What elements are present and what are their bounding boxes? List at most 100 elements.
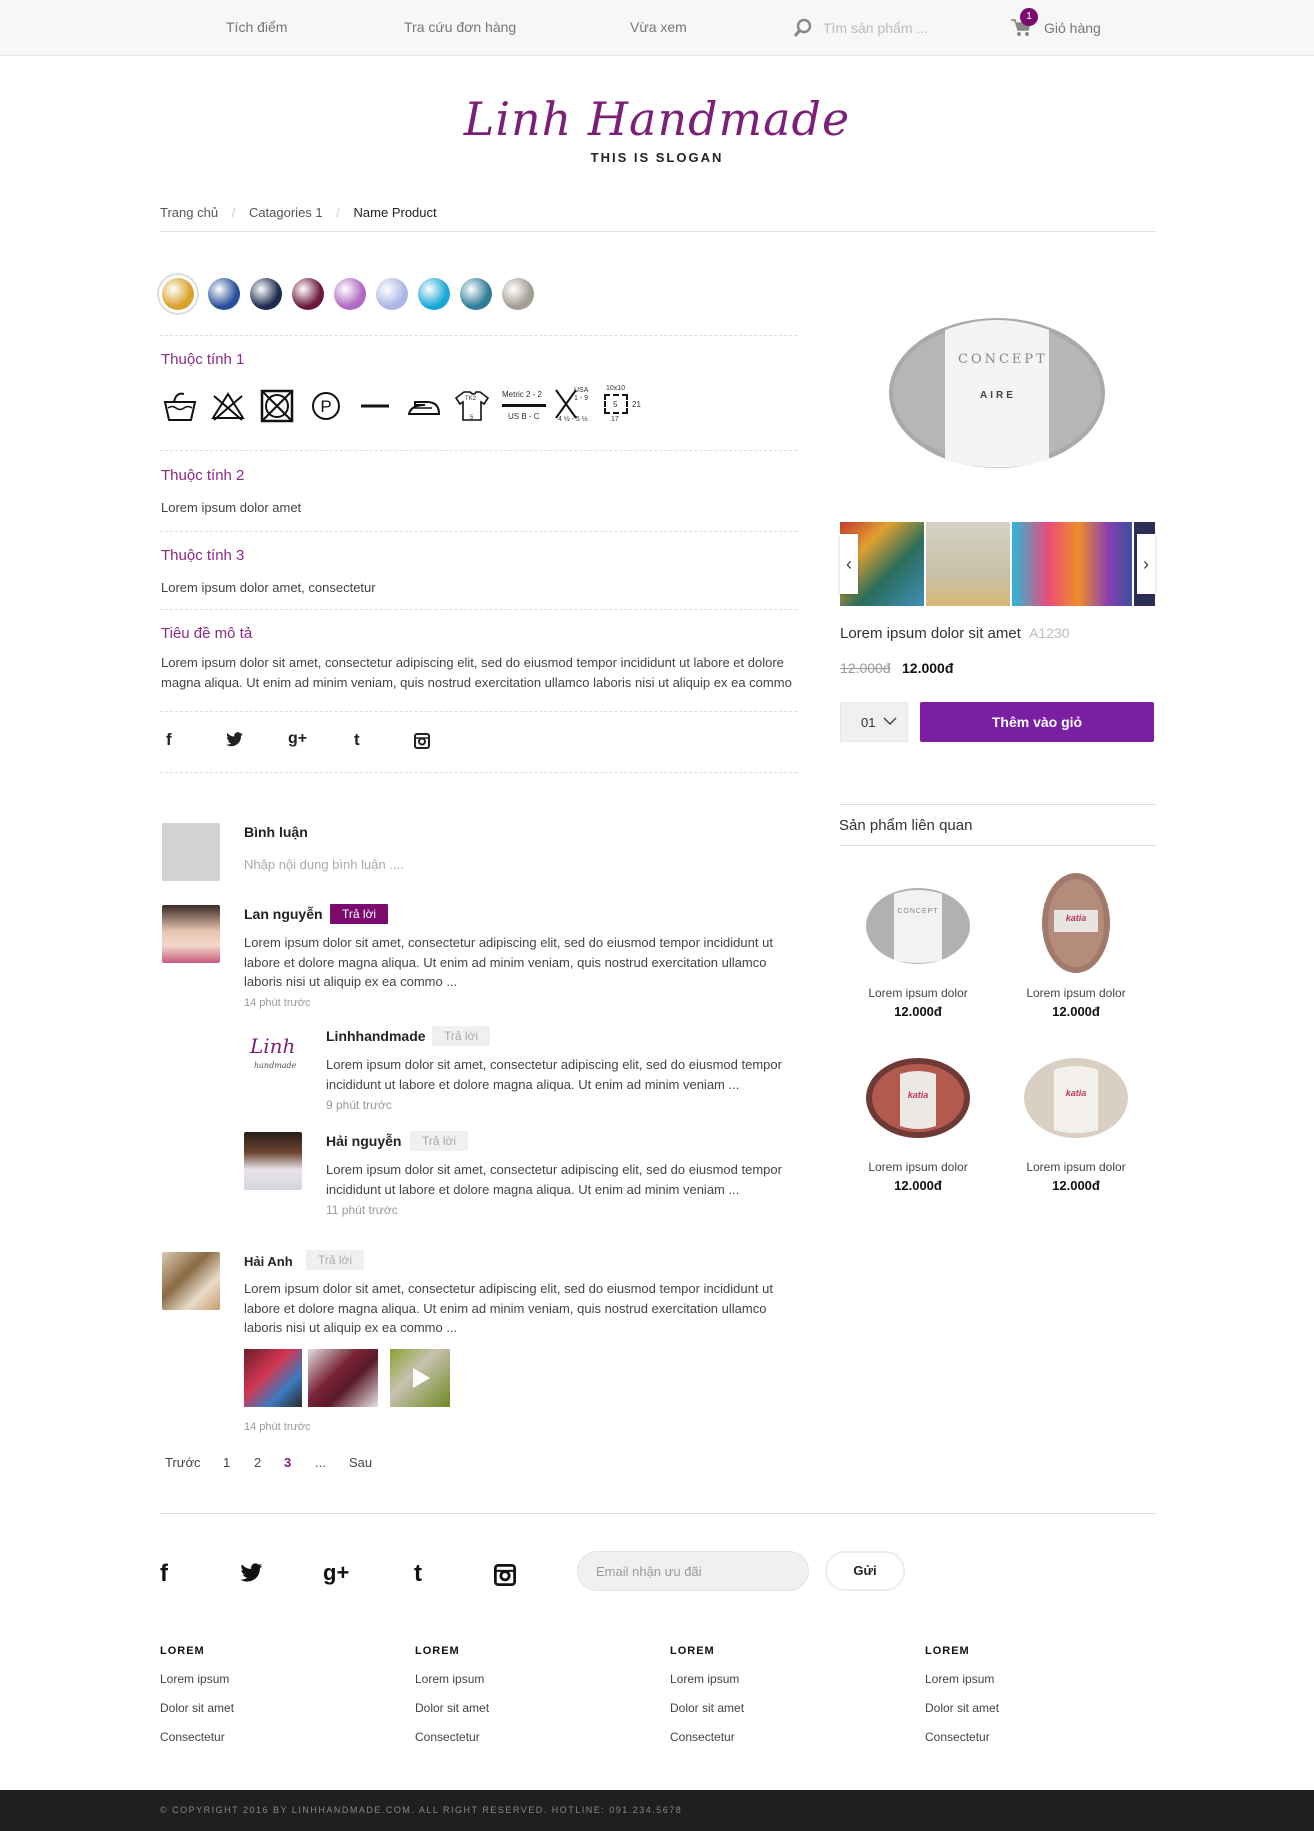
footer-link[interactable]: Lorem ipsum: [415, 1672, 489, 1686]
page-3[interactable]: 3: [284, 1455, 291, 1470]
usa-range: 4 ½ - 5 ½: [558, 416, 588, 423]
color-swatch[interactable]: [292, 278, 324, 310]
avatar-placeholder: [162, 823, 220, 881]
gauge-side: 21: [632, 400, 641, 409]
nav-recently-viewed[interactable]: Vừa xem: [630, 19, 687, 35]
breadcrumb-category[interactable]: Catagories 1: [249, 205, 323, 220]
footer-link[interactable]: Consectetur: [160, 1730, 234, 1744]
comment-attachment-video[interactable]: [390, 1349, 450, 1407]
color-swatch[interactable]: [208, 278, 240, 310]
google-plus-icon[interactable]: g+: [323, 1560, 349, 1586]
breadcrumb: Trang chủ / Catagories 1 / Name Product: [160, 205, 1155, 232]
reply-button[interactable]: Trả lời: [410, 1131, 469, 1151]
page-2[interactable]: 2: [254, 1455, 261, 1470]
chevron-right-icon[interactable]: ›: [1137, 534, 1155, 594]
footer-link[interactable]: Consectetur: [925, 1730, 999, 1744]
color-swatch[interactable]: [162, 278, 194, 310]
color-swatch[interactable]: [250, 278, 282, 310]
breadcrumb-current: Name Product: [353, 205, 437, 220]
page-1[interactable]: 1: [223, 1455, 230, 1470]
attribute-2-value: Lorem ipsum dolor amet: [161, 500, 302, 515]
reply-button[interactable]: Trả lời: [432, 1026, 491, 1046]
nav-points[interactable]: Tích điểm: [226, 19, 287, 35]
attribute-3-title: Thuộc tính 3: [161, 547, 245, 564]
hand-wash-icon: [163, 392, 197, 421]
thumbnail-image[interactable]: [1012, 522, 1132, 606]
related-product-image[interactable]: katia: [848, 1042, 988, 1152]
prev-page[interactable]: Trước: [165, 1455, 201, 1470]
metric-label: Metric 2 - 2: [502, 390, 543, 399]
divider: [160, 772, 797, 773]
related-product-card[interactable]: katia Lorem ipsum dolor 12.000đ: [1006, 1042, 1146, 1193]
comment-author: Linhhandmade: [326, 1028, 426, 1044]
nav-order-lookup[interactable]: Tra cứu đơn hàng: [404, 19, 516, 35]
gauge-top: 10x10: [606, 385, 626, 392]
next-page[interactable]: Sau: [349, 1455, 372, 1470]
footer-link[interactable]: Lorem ipsum: [160, 1672, 234, 1686]
site-logo[interactable]: Linh Handmade: [0, 92, 1314, 146]
comment-attachment-image[interactable]: [244, 1349, 302, 1407]
color-swatch[interactable]: [418, 278, 450, 310]
related-product-card[interactable]: CONCEPT Lorem ipsum dolor 12.000đ: [848, 868, 988, 1019]
related-product-image[interactable]: CONCEPT: [848, 868, 988, 978]
twitter-icon[interactable]: [240, 1563, 264, 1584]
footer-link[interactable]: Dolor sit amet: [415, 1701, 489, 1715]
iron-icon: [407, 401, 441, 415]
related-product-card[interactable]: katia Lorem ipsum dolor 12.000đ: [848, 1042, 988, 1193]
footer-link[interactable]: Consectetur: [670, 1730, 744, 1744]
chevron-left-icon[interactable]: ‹: [840, 534, 858, 594]
old-price: 12.000đ: [840, 660, 891, 676]
comments-title: Bình luận: [244, 824, 308, 840]
newsletter-send-button[interactable]: Gửi: [825, 1551, 905, 1591]
related-product-image[interactable]: katia: [1006, 868, 1146, 978]
footer-link[interactable]: Dolor sit amet: [160, 1701, 234, 1715]
color-swatch[interactable]: [460, 278, 492, 310]
reply-button[interactable]: Trả lời: [330, 904, 389, 924]
current-price: 12.000đ: [902, 660, 954, 676]
color-swatch[interactable]: [334, 278, 366, 310]
footer-column: LOREM Lorem ipsum Dolor sit amet Consect…: [925, 1645, 999, 1744]
no-bleach-icon: [211, 392, 245, 421]
color-swatch[interactable]: [376, 278, 408, 310]
no-tumble-dry-icon: [260, 389, 294, 423]
google-plus-icon[interactable]: g+: [288, 730, 307, 748]
breadcrumb-home[interactable]: Trang chủ: [160, 205, 218, 220]
thumbnail-image[interactable]: [926, 522, 1010, 606]
tumblr-icon[interactable]: t: [414, 1560, 422, 1588]
chevron-down-icon: [883, 717, 897, 726]
crochet-hook-icon: USA 1 - 9 4 ½ - 5 ½: [554, 387, 590, 424]
quantity-value: 01: [861, 715, 876, 730]
related-product-card[interactable]: katia Lorem ipsum dolor 12.000đ: [1006, 868, 1146, 1019]
product-main-image[interactable]: CONCEPT AIRE: [840, 260, 1155, 510]
twitter-icon[interactable]: [226, 732, 244, 748]
top-bar: Tích điểm Tra cứu đơn hàng Vừa xem Tìm s…: [0, 0, 1314, 56]
facebook-icon[interactable]: f: [166, 730, 172, 750]
needle-size-icon: Metric 2 - 2 US B - C: [502, 388, 546, 424]
attribute-2-title: Thuộc tính 2: [161, 467, 245, 484]
avatar: [162, 1252, 220, 1310]
search-input[interactable]: Tìm sản phẩm ...: [823, 20, 928, 36]
newsletter-email-input[interactable]: Email nhận ưu đãi: [577, 1551, 809, 1591]
footer-link[interactable]: Dolor sit amet: [925, 1701, 999, 1715]
footer-link[interactable]: Lorem ipsum: [670, 1672, 744, 1686]
facebook-icon[interactable]: f: [160, 1560, 168, 1588]
quantity-select[interactable]: 01: [840, 702, 908, 742]
comment-input[interactable]: Nhập nội dung bình luận ....: [244, 855, 404, 875]
footer-divider: [160, 1513, 1156, 1514]
reply-button[interactable]: Trả lời: [306, 1250, 365, 1270]
tumblr-icon[interactable]: t: [354, 730, 360, 750]
footer-link[interactable]: Consectetur: [415, 1730, 489, 1744]
related-product-image[interactable]: katia: [1006, 1042, 1146, 1152]
comment-attachment-image[interactable]: [308, 1349, 378, 1407]
add-to-cart-button[interactable]: Thêm vào giỏ: [920, 702, 1154, 742]
instagram-icon[interactable]: [414, 733, 430, 749]
divider: [160, 609, 797, 610]
color-swatch[interactable]: [502, 278, 534, 310]
search-box[interactable]: Tìm sản phẩm ...: [793, 17, 983, 39]
footer-link[interactable]: Lorem ipsum: [925, 1672, 999, 1686]
description-text: Lorem ipsum dolor sit amet, consectetur …: [161, 655, 792, 690]
related-product-name: Lorem ipsum dolor: [868, 1160, 968, 1174]
footer-link[interactable]: Dolor sit amet: [670, 1701, 744, 1715]
comment-author: Hải nguyễn: [326, 1133, 402, 1149]
instagram-icon[interactable]: [494, 1564, 516, 1586]
